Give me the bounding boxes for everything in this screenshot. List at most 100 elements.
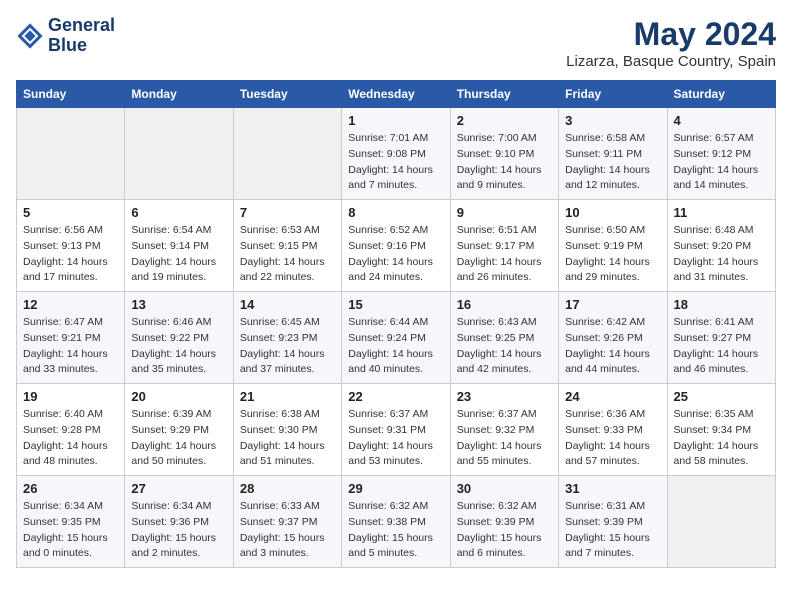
day-number: 19 bbox=[23, 389, 118, 404]
calendar-cell: 19 Sunrise: 6:40 AMSunset: 9:28 PMDayligh… bbox=[17, 384, 125, 476]
calendar-cell: 3 Sunrise: 6:58 AMSunset: 9:11 PMDaylight… bbox=[559, 108, 667, 200]
day-header-wednesday: Wednesday bbox=[342, 81, 450, 108]
day-info: Sunrise: 6:54 AMSunset: 9:14 PMDaylight:… bbox=[131, 223, 226, 286]
header: General Blue May 2024 Lizarza, Basque Co… bbox=[16, 16, 776, 70]
day-info: Sunrise: 6:36 AMSunset: 9:33 PMDaylight:… bbox=[565, 407, 660, 470]
day-info: Sunrise: 6:53 AMSunset: 9:15 PMDaylight:… bbox=[240, 223, 335, 286]
day-number: 28 bbox=[240, 481, 335, 496]
day-number: 15 bbox=[348, 297, 443, 312]
day-number: 17 bbox=[565, 297, 660, 312]
week-row-4: 19 Sunrise: 6:40 AMSunset: 9:28 PMDayligh… bbox=[17, 384, 776, 476]
day-number: 6 bbox=[131, 205, 226, 220]
day-number: 22 bbox=[348, 389, 443, 404]
calendar-cell: 9Sunrise: 6:51 AMSunset: 9:17 PMDaylight… bbox=[450, 200, 558, 292]
day-info: Sunrise: 6:39 AMSunset: 9:29 PMDaylight:… bbox=[131, 407, 226, 470]
day-header-friday: Friday bbox=[559, 81, 667, 108]
day-info: Sunrise: 6:40 AMSunset: 9:28 PMDaylight:… bbox=[23, 407, 118, 470]
day-number: 9 bbox=[457, 205, 552, 220]
day-number: 10 bbox=[565, 205, 660, 220]
days-header-row: SundayMondayTuesdayWednesdayThursdayFrid… bbox=[17, 81, 776, 108]
day-number: 18 bbox=[674, 297, 769, 312]
day-number: 3 bbox=[565, 113, 660, 128]
day-number: 11 bbox=[674, 205, 769, 220]
calendar-table: SundayMondayTuesdayWednesdayThursdayFrid… bbox=[16, 80, 776, 568]
day-info: Sunrise: 6:37 AMSunset: 9:32 PMDaylight:… bbox=[457, 407, 552, 470]
logo-text: General Blue bbox=[48, 16, 115, 56]
day-info: Sunrise: 6:45 AMSunset: 9:23 PMDaylight:… bbox=[240, 315, 335, 378]
day-info: Sunrise: 7:01 AMSunset: 9:08 PMDaylight:… bbox=[348, 131, 443, 194]
day-number: 21 bbox=[240, 389, 335, 404]
day-number: 1 bbox=[348, 113, 443, 128]
day-info: Sunrise: 6:44 AMSunset: 9:24 PMDaylight:… bbox=[348, 315, 443, 378]
calendar-cell: 6 Sunrise: 6:54 AMSunset: 9:14 PMDaylight… bbox=[125, 200, 233, 292]
day-number: 23 bbox=[457, 389, 552, 404]
day-header-sunday: Sunday bbox=[17, 81, 125, 108]
day-info: Sunrise: 6:32 AMSunset: 9:38 PMDaylight:… bbox=[348, 499, 443, 562]
calendar-cell: 24 Sunrise: 6:36 AMSunset: 9:33 PMDayligh… bbox=[559, 384, 667, 476]
day-number: 29 bbox=[348, 481, 443, 496]
subtitle: Lizarza, Basque Country, Spain bbox=[566, 53, 776, 70]
logo-line2: Blue bbox=[48, 36, 115, 56]
day-info: Sunrise: 6:42 AMSunset: 9:26 PMDaylight:… bbox=[565, 315, 660, 378]
day-info: Sunrise: 6:43 AMSunset: 9:25 PMDaylight:… bbox=[457, 315, 552, 378]
calendar-cell: 16 Sunrise: 6:43 AMSunset: 9:25 PMDayligh… bbox=[450, 292, 558, 384]
day-number: 5 bbox=[23, 205, 118, 220]
day-number: 16 bbox=[457, 297, 552, 312]
week-row-1: 1 Sunrise: 7:01 AMSunset: 9:08 PMDaylight… bbox=[17, 108, 776, 200]
calendar-cell: 29 Sunrise: 6:32 AMSunset: 9:38 PMDayligh… bbox=[342, 476, 450, 568]
calendar-cell bbox=[125, 108, 233, 200]
day-info: Sunrise: 6:32 AMSunset: 9:39 PMDaylight:… bbox=[457, 499, 552, 562]
calendar-cell: 10 Sunrise: 6:50 AMSunset: 9:19 PMDayligh… bbox=[559, 200, 667, 292]
calendar-cell: 11 Sunrise: 6:48 AMSunset: 9:20 PMDayligh… bbox=[667, 200, 775, 292]
calendar-cell bbox=[233, 108, 341, 200]
day-number: 7 bbox=[240, 205, 335, 220]
day-header-monday: Monday bbox=[125, 81, 233, 108]
day-info: Sunrise: 6:38 AMSunset: 9:30 PMDaylight:… bbox=[240, 407, 335, 470]
day-info: Sunrise: 7:00 AMSunset: 9:10 PMDaylight:… bbox=[457, 131, 552, 194]
calendar-cell bbox=[17, 108, 125, 200]
calendar-cell: 5 Sunrise: 6:56 AMSunset: 9:13 PMDaylight… bbox=[17, 200, 125, 292]
calendar-cell: 18 Sunrise: 6:41 AMSunset: 9:27 PMDayligh… bbox=[667, 292, 775, 384]
calendar-cell bbox=[667, 476, 775, 568]
day-header-saturday: Saturday bbox=[667, 81, 775, 108]
day-info: Sunrise: 6:48 AMSunset: 9:20 PMDaylight:… bbox=[674, 223, 769, 286]
day-info: Sunrise: 6:58 AMSunset: 9:11 PMDaylight:… bbox=[565, 131, 660, 194]
day-info: Sunrise: 6:33 AMSunset: 9:37 PMDaylight:… bbox=[240, 499, 335, 562]
calendar-cell: 17 Sunrise: 6:42 AMSunset: 9:26 PMDayligh… bbox=[559, 292, 667, 384]
calendar-cell: 31 Sunrise: 6:31 AMSunset: 9:39 PMDayligh… bbox=[559, 476, 667, 568]
logo-icon bbox=[16, 22, 44, 50]
day-number: 26 bbox=[23, 481, 118, 496]
day-info: Sunrise: 6:50 AMSunset: 9:19 PMDaylight:… bbox=[565, 223, 660, 286]
calendar-cell: 8 Sunrise: 6:52 AMSunset: 9:16 PMDaylight… bbox=[342, 200, 450, 292]
calendar-cell: 26Sunrise: 6:34 AMSunset: 9:35 PMDayligh… bbox=[17, 476, 125, 568]
calendar-cell: 28 Sunrise: 6:33 AMSunset: 9:37 PMDayligh… bbox=[233, 476, 341, 568]
day-number: 27 bbox=[131, 481, 226, 496]
calendar-cell: 22Sunrise: 6:37 AMSunset: 9:31 PMDayligh… bbox=[342, 384, 450, 476]
day-number: 13 bbox=[131, 297, 226, 312]
main-title: May 2024 bbox=[566, 16, 776, 53]
day-info: Sunrise: 6:34 AMSunset: 9:36 PMDaylight:… bbox=[131, 499, 226, 562]
day-info: Sunrise: 6:47 AMSunset: 9:21 PMDaylight:… bbox=[23, 315, 118, 378]
week-row-3: 12 Sunrise: 6:47 AMSunset: 9:21 PMDayligh… bbox=[17, 292, 776, 384]
day-number: 31 bbox=[565, 481, 660, 496]
day-number: 12 bbox=[23, 297, 118, 312]
calendar-cell: 4Sunrise: 6:57 AMSunset: 9:12 PMDaylight… bbox=[667, 108, 775, 200]
title-area: May 2024 Lizarza, Basque Country, Spain bbox=[566, 16, 776, 70]
calendar-cell: 21 Sunrise: 6:38 AMSunset: 9:30 PMDayligh… bbox=[233, 384, 341, 476]
day-info: Sunrise: 6:41 AMSunset: 9:27 PMDaylight:… bbox=[674, 315, 769, 378]
week-row-5: 26Sunrise: 6:34 AMSunset: 9:35 PMDayligh… bbox=[17, 476, 776, 568]
calendar-cell: 20 Sunrise: 6:39 AMSunset: 9:29 PMDayligh… bbox=[125, 384, 233, 476]
logo: General Blue bbox=[16, 16, 115, 56]
day-info: Sunrise: 6:56 AMSunset: 9:13 PMDaylight:… bbox=[23, 223, 118, 286]
calendar-cell: 1 Sunrise: 7:01 AMSunset: 9:08 PMDaylight… bbox=[342, 108, 450, 200]
calendar-cell: 7 Sunrise: 6:53 AMSunset: 9:15 PMDaylight… bbox=[233, 200, 341, 292]
day-header-tuesday: Tuesday bbox=[233, 81, 341, 108]
day-number: 20 bbox=[131, 389, 226, 404]
day-number: 24 bbox=[565, 389, 660, 404]
calendar-cell: 2Sunrise: 7:00 AMSunset: 9:10 PMDaylight… bbox=[450, 108, 558, 200]
day-info: Sunrise: 6:52 AMSunset: 9:16 PMDaylight:… bbox=[348, 223, 443, 286]
day-info: Sunrise: 6:31 AMSunset: 9:39 PMDaylight:… bbox=[565, 499, 660, 562]
week-row-2: 5 Sunrise: 6:56 AMSunset: 9:13 PMDaylight… bbox=[17, 200, 776, 292]
calendar-cell: 15 Sunrise: 6:44 AMSunset: 9:24 PMDayligh… bbox=[342, 292, 450, 384]
day-number: 8 bbox=[348, 205, 443, 220]
